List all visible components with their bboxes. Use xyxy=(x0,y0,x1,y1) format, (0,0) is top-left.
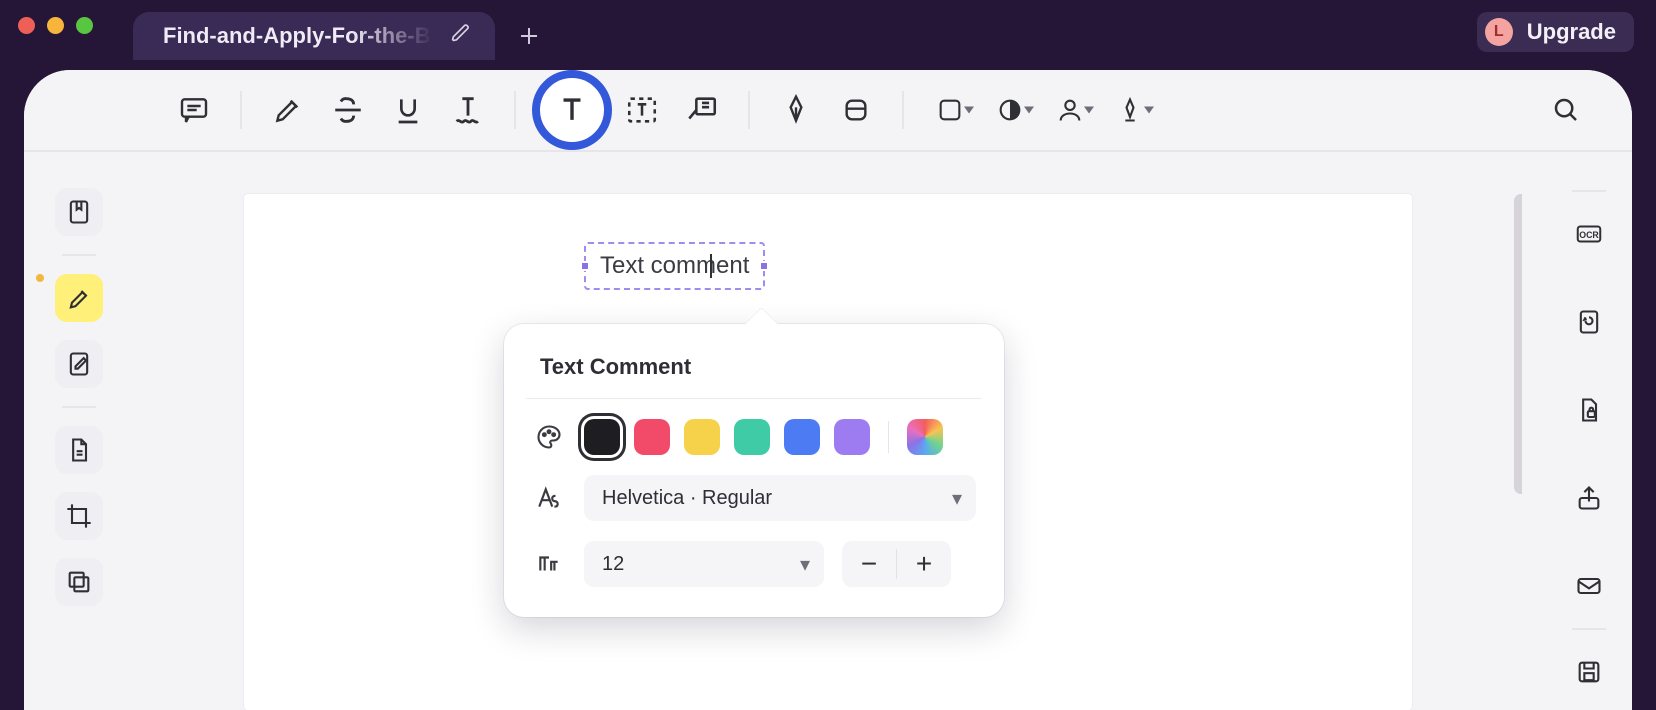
squiggly-underline-button[interactable] xyxy=(438,80,498,140)
svg-text:OCR: OCR xyxy=(1579,230,1599,240)
app-panel: OCR xyxy=(24,70,1632,710)
active-indicator-icon xyxy=(36,274,44,282)
body: OCR xyxy=(24,152,1632,710)
vertical-scrollbar[interactable] xyxy=(1514,194,1522,494)
upgrade-label: Upgrade xyxy=(1527,19,1616,45)
text-comment-popover: Text Comment xyxy=(504,324,1004,617)
font-row: Helvetica · Regular ▾ xyxy=(532,475,976,521)
chevron-down-icon: ▾ xyxy=(800,552,810,577)
font-size-decrease-button[interactable]: − xyxy=(842,541,896,587)
pen-button[interactable] xyxy=(766,80,826,140)
strikethrough-button[interactable] xyxy=(318,80,378,140)
resize-handle-left[interactable] xyxy=(580,261,590,271)
right-sidebar: OCR xyxy=(1546,152,1632,710)
sidebar-edit-button[interactable] xyxy=(55,340,103,388)
comment-bubble-button[interactable] xyxy=(164,80,224,140)
eraser-button[interactable] xyxy=(826,80,886,140)
color-swatch-custom[interactable] xyxy=(907,419,943,455)
color-swatch-black[interactable] xyxy=(584,419,620,455)
sidebar-share-button[interactable] xyxy=(1565,474,1613,522)
font-size-value: 12 xyxy=(602,553,624,576)
color-swatch-yellow[interactable] xyxy=(684,419,720,455)
color-row xyxy=(532,419,976,455)
text-comment-box[interactable]: Text comment xyxy=(584,242,765,290)
document-viewport: Text comment Text Comment xyxy=(134,152,1522,710)
pencil-icon[interactable] xyxy=(451,23,471,49)
circle-color-button[interactable] xyxy=(980,80,1040,140)
palette-icon xyxy=(532,423,566,451)
titlebar: Find-and-Apply-For-the-Be L Upgrade xyxy=(0,0,1656,60)
font-size-icon xyxy=(532,551,566,577)
person-button[interactable] xyxy=(1040,80,1100,140)
font-size-select[interactable]: 12 ▾ xyxy=(584,541,824,587)
shape-color-button[interactable] xyxy=(920,80,980,140)
sidebar-crop-button[interactable] xyxy=(55,492,103,540)
color-swatch-red[interactable] xyxy=(634,419,670,455)
left-sidebar xyxy=(24,70,134,710)
text-comment-value-wrap: Text comment xyxy=(600,252,749,280)
color-swatch-list xyxy=(584,419,943,455)
highlighter-button[interactable] xyxy=(258,80,318,140)
text-caret-icon xyxy=(710,254,712,278)
font-family-value: Helvetica · Regular xyxy=(602,487,772,510)
tabstrip: Find-and-Apply-For-the-Be xyxy=(133,0,553,60)
sidebar-refresh-button[interactable] xyxy=(1565,298,1613,346)
sidebar-ocr-button[interactable]: OCR xyxy=(1565,210,1613,258)
sidebar-mail-button[interactable] xyxy=(1565,562,1613,610)
size-row: 12 ▾ − + xyxy=(532,541,976,587)
sidebar-lock-button[interactable] xyxy=(1565,386,1613,434)
text-comment-button[interactable] xyxy=(532,70,612,150)
sidebar-highlight-button[interactable] xyxy=(55,274,103,322)
window-controls xyxy=(18,0,93,60)
font-size-stepper: − + xyxy=(842,541,951,587)
sidebar-layers-button[interactable] xyxy=(55,558,103,606)
resize-handle-right[interactable] xyxy=(759,261,769,271)
new-tab-button[interactable] xyxy=(505,12,553,60)
document-page[interactable]: Text comment Text Comment xyxy=(244,194,1412,710)
document-tab[interactable]: Find-and-Apply-For-the-Be xyxy=(133,12,495,60)
chevron-down-icon: ▾ xyxy=(952,486,962,511)
underline-button[interactable] xyxy=(378,80,438,140)
sign-button[interactable] xyxy=(1100,80,1160,140)
avatar: L xyxy=(1485,18,1513,46)
traffic-zoom-icon[interactable] xyxy=(76,17,93,34)
font-icon xyxy=(532,485,566,511)
sidebar-file-button[interactable] xyxy=(55,426,103,474)
font-size-increase-button[interactable]: + xyxy=(897,541,951,587)
text-comment-value[interactable]: Text comment xyxy=(600,252,749,279)
avatar-letter: L xyxy=(1494,23,1504,41)
top-toolbar xyxy=(24,70,1632,152)
color-swatch-purple[interactable] xyxy=(834,419,870,455)
text-box-button[interactable] xyxy=(612,80,672,140)
document-tab-label: Find-and-Apply-For-the-Be xyxy=(163,23,433,49)
search-button[interactable] xyxy=(1536,80,1596,140)
sidebar-save-button[interactable] xyxy=(1565,648,1613,696)
callout-button[interactable] xyxy=(672,80,732,140)
font-family-select[interactable]: Helvetica · Regular ▾ xyxy=(584,475,976,521)
traffic-close-icon[interactable] xyxy=(18,17,35,34)
upgrade-button[interactable]: L Upgrade xyxy=(1477,12,1634,52)
popover-title: Text Comment xyxy=(540,354,968,380)
color-swatch-teal[interactable] xyxy=(734,419,770,455)
color-swatch-blue[interactable] xyxy=(784,419,820,455)
traffic-minimize-icon[interactable] xyxy=(47,17,64,34)
sidebar-bookmarks-button[interactable] xyxy=(55,188,103,236)
